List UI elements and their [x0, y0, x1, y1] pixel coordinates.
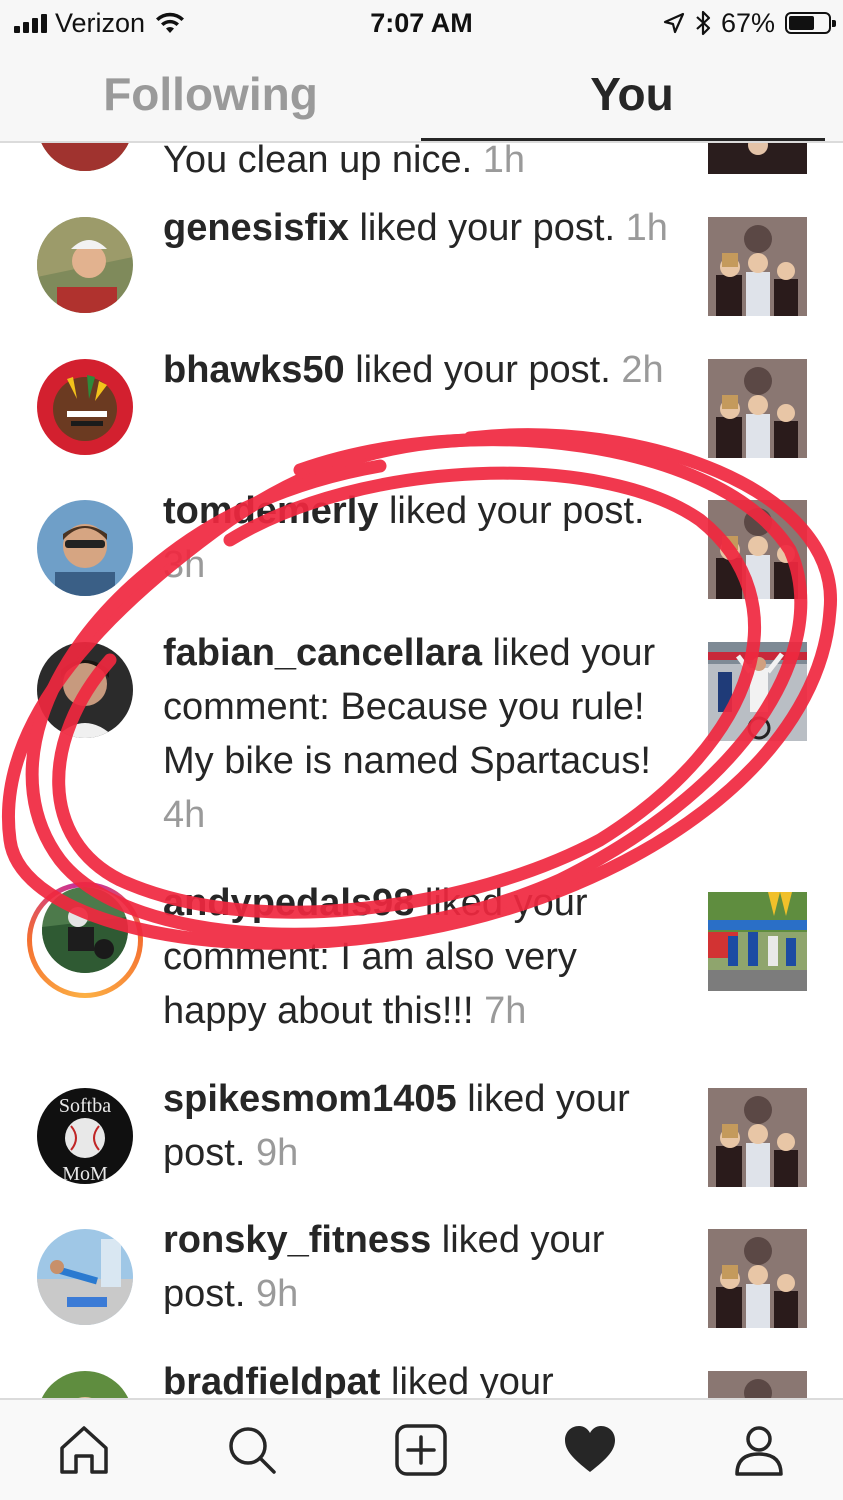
avatar[interactable] — [37, 143, 133, 171]
notification-action: liked your post. — [355, 349, 611, 391]
new-post-icon[interactable] — [393, 1422, 449, 1478]
notification-time: 3h — [163, 544, 206, 586]
post-thumbnail[interactable] — [708, 642, 807, 741]
post-thumbnail[interactable] — [708, 500, 807, 599]
notification-text: genesisfix liked your post. 1h — [163, 201, 683, 255]
notification-username[interactable]: bhawks50 — [163, 349, 345, 391]
notification-time: 9h — [255, 1273, 299, 1315]
avatar[interactable] — [37, 500, 133, 596]
notification-time: 4h — [163, 794, 206, 836]
bluetooth-icon — [696, 10, 711, 36]
status-bar-right: 67% — [663, 7, 836, 38]
battery-percent: 67% — [720, 7, 775, 38]
battery-fill — [789, 16, 814, 30]
notification-username[interactable]: andypedals98 — [163, 882, 414, 924]
avatar[interactable] — [37, 642, 133, 738]
post-thumbnail[interactable] — [708, 143, 807, 174]
search-icon[interactable] — [224, 1422, 280, 1478]
avatar[interactable] — [37, 1229, 133, 1325]
notification-action: liked your — [391, 1361, 554, 1398]
notification-text: fabian_cancellara liked your comment: Be… — [163, 626, 683, 842]
notification-username[interactable]: genesisfix — [163, 207, 349, 249]
activity-feed[interactable]: You clean up nice. 1h genesisfix liked y… — [0, 143, 843, 1398]
activity-heart-icon[interactable] — [562, 1422, 618, 1478]
notification-text: You clean up nice. 1h — [163, 143, 683, 187]
avatar[interactable] — [37, 359, 133, 455]
notification-username[interactable]: ronsky_fitness — [163, 1219, 431, 1261]
notification-text: bradfieldpat liked your — [163, 1355, 683, 1398]
notification-username[interactable]: fabian_cancellara — [163, 632, 482, 674]
notification-text: tomdemerly liked your post. 3h — [163, 484, 683, 592]
active-tab-indicator — [421, 138, 825, 141]
notification-time: 1h — [625, 207, 668, 249]
tab-following[interactable]: Following — [0, 48, 421, 141]
post-thumbnail[interactable] — [708, 217, 807, 316]
location-icon — [663, 12, 685, 34]
post-thumbnail[interactable] — [708, 1229, 807, 1328]
notification-username[interactable]: bradfieldpat — [163, 1361, 380, 1398]
notification-text: ronsky_fitness liked your post. 9h — [163, 1213, 683, 1321]
home-icon[interactable] — [56, 1422, 112, 1478]
avatar[interactable] — [37, 1371, 133, 1398]
avatar-badge-text: MoM — [62, 1163, 108, 1184]
notification-text: spikesmom1405 liked your post. 9h — [163, 1072, 683, 1180]
notification-action: liked your post. — [359, 207, 616, 249]
bottom-nav — [0, 1398, 843, 1500]
avatar[interactable] — [37, 217, 133, 313]
avatar[interactable]: Softba MoM — [37, 1088, 133, 1184]
notification-time: 7h — [484, 990, 527, 1032]
post-thumbnail[interactable] — [708, 359, 807, 458]
tab-you[interactable]: You — [421, 48, 843, 141]
activity-tabs: Following You — [0, 48, 843, 143]
avatar-badge-text: Softba — [59, 1095, 111, 1117]
post-thumbnail[interactable] — [708, 1371, 807, 1398]
notification-action: You clean up nice. — [163, 143, 473, 181]
notification-text: bhawks50 liked your post. 2h — [163, 343, 683, 397]
notification-username[interactable]: spikesmom1405 — [163, 1078, 457, 1120]
notification-text: andypedals98 liked your comment: I am al… — [163, 876, 683, 1038]
post-thumbnail[interactable] — [708, 892, 807, 991]
avatar[interactable] — [42, 887, 128, 973]
notification-time: 2h — [621, 349, 664, 391]
status-bar: Verizon 7:07 AM 67% — [0, 0, 843, 48]
profile-icon[interactable] — [731, 1422, 787, 1478]
notification-username[interactable]: tomdemerly — [163, 490, 378, 532]
battery-icon — [785, 12, 836, 34]
post-thumbnail[interactable] — [708, 1088, 807, 1187]
notification-action: liked your post. — [388, 490, 645, 532]
notification-time: 9h — [255, 1132, 299, 1174]
notification-time: 1h — [482, 143, 526, 181]
